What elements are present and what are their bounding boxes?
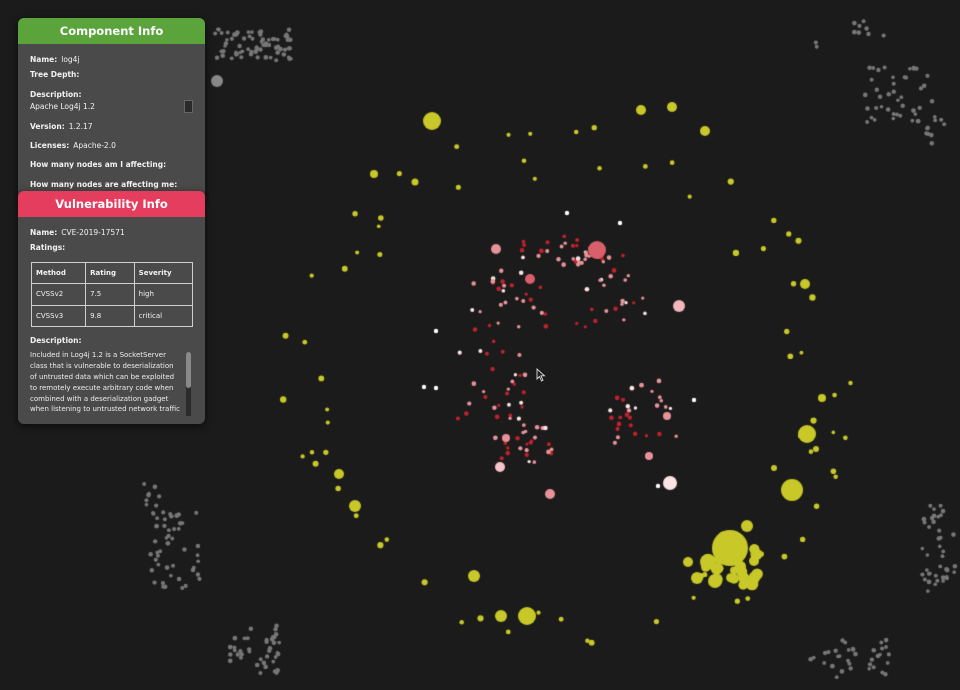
version-value: 1.2.17 bbox=[68, 121, 93, 131]
tree-depth-row: Tree Depth: bbox=[30, 69, 193, 80]
affecting-label: How many nodes am I affecting: bbox=[30, 160, 167, 170]
component-name-label: Name: bbox=[30, 55, 58, 64]
ratings-cell-severity: high bbox=[133, 283, 194, 306]
vulnerability-info-title: Vulnerability Info bbox=[18, 191, 205, 217]
description-value: Apache Log4j 1.2 bbox=[30, 101, 95, 111]
ratings-cell-method: CVSSv3 bbox=[30, 304, 87, 327]
ratings-label: Ratings: bbox=[30, 243, 66, 253]
description-label: Description: bbox=[30, 89, 82, 99]
component-info-title: Component Info bbox=[18, 18, 205, 44]
table-row: CVSSv3 9.8 critical bbox=[30, 304, 194, 327]
ratings-header-severity: Severity bbox=[133, 261, 194, 284]
vuln-description-row: Description: bbox=[30, 335, 193, 346]
description-value-row: Apache Log4j 1.2 bbox=[30, 99, 193, 113]
ratings-row: Ratings: bbox=[30, 242, 193, 253]
version-label: Version: bbox=[30, 121, 65, 131]
affecting-row: How many nodes am I affecting: bbox=[30, 159, 193, 170]
ratings-header-rating: Rating bbox=[85, 261, 135, 284]
ratings-header-method: Method bbox=[30, 261, 87, 284]
vuln-description-scrollbar[interactable] bbox=[186, 352, 191, 417]
licenses-row: Licenses: Apache-2.0 bbox=[30, 140, 193, 151]
mouse-pointer-icon bbox=[536, 368, 546, 382]
vuln-description-label: Description: bbox=[30, 336, 82, 345]
ratings-cell-rating: 9.8 bbox=[85, 304, 135, 327]
component-info-panel: Component Info Name: log4j Tree Depth: De… bbox=[18, 18, 205, 202]
licenses-label: Licenses: bbox=[30, 141, 70, 150]
vuln-name-label: Name: bbox=[30, 228, 58, 237]
vulnerability-info-panel: Vulnerability Info Name: CVE-2019-17571 R… bbox=[18, 191, 205, 424]
vuln-name-row: Name: CVE-2019-17571 bbox=[30, 227, 193, 238]
vuln-description-value: Included in Log4j 1.2 is a SocketServer … bbox=[30, 351, 180, 414]
description-scrollbar[interactable] bbox=[184, 99, 193, 113]
ratings-cell-rating: 7.5 bbox=[85, 283, 135, 306]
licenses-value: Apache-2.0 bbox=[73, 141, 116, 150]
component-info-body: Name: log4j Tree Depth: Description: Apac… bbox=[18, 44, 205, 202]
ratings-table: Method Rating Severity CVSSv2 7.5 high C… bbox=[30, 261, 194, 328]
component-name-row: Name: log4j bbox=[30, 54, 193, 65]
affected-by-row: How many nodes are affecting me: bbox=[30, 179, 193, 190]
affected-by-label: How many nodes are affecting me: bbox=[30, 179, 178, 189]
version-row: Version: 1.2.17 bbox=[30, 121, 193, 132]
vuln-description-scroll-area[interactable]: Included in Log4j 1.2 is a SocketServer … bbox=[30, 350, 193, 417]
ratings-cell-method: CVSSv2 bbox=[30, 283, 87, 306]
description-row: Description: bbox=[30, 89, 193, 100]
tree-depth-label: Tree Depth: bbox=[30, 70, 80, 80]
ratings-cell-severity: critical bbox=[133, 304, 194, 327]
component-name-value: log4j bbox=[61, 55, 80, 64]
scrollbar-thumb[interactable] bbox=[186, 352, 191, 389]
vulnerability-info-body: Name: CVE-2019-17571 Ratings: Method Rati… bbox=[18, 217, 205, 424]
table-row: CVSSv2 7.5 high bbox=[30, 283, 194, 306]
ratings-header-row: Method Rating Severity bbox=[30, 261, 194, 284]
vuln-name-value: CVE-2019-17571 bbox=[61, 228, 125, 237]
